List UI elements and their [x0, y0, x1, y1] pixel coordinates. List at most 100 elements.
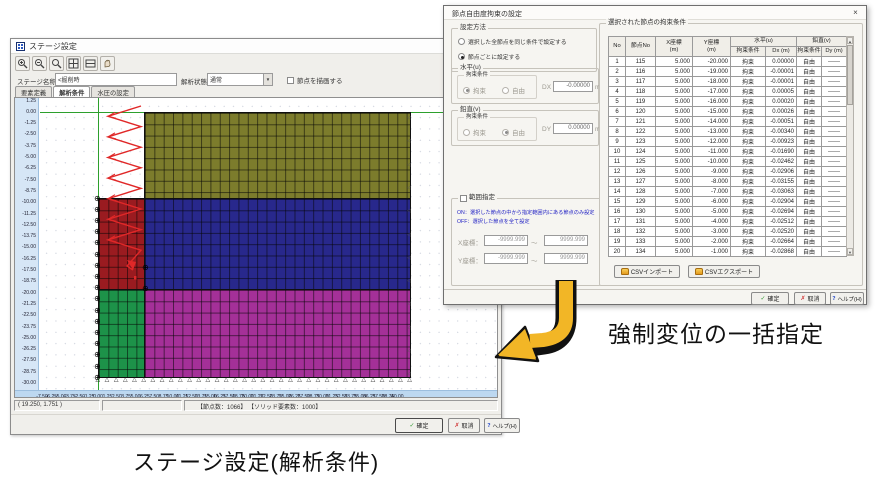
radio-horizontal-fixed[interactable]: 拘束 — [463, 85, 486, 95]
table-cell[interactable]: 119 — [626, 97, 656, 107]
checkbox-icon[interactable] — [287, 77, 294, 84]
radio-icon[interactable] — [502, 87, 509, 94]
table-cell[interactable]: -0.00051 — [766, 117, 797, 127]
table-cell[interactable]: 拘束 — [731, 237, 766, 247]
table-cell[interactable]: -2.000 — [693, 237, 731, 247]
table-cell[interactable]: 3 — [609, 77, 626, 87]
table-cell[interactable]: 5.000 — [656, 207, 693, 217]
x-min-input[interactable]: -9999.999 — [484, 235, 528, 246]
table-cell[interactable]: 5.000 — [656, 57, 693, 67]
dy-input[interactable]: 0.00000 — [553, 123, 593, 134]
table-cell[interactable]: -0.02520 — [766, 227, 797, 237]
table-cell[interactable]: 拘束 — [731, 107, 766, 117]
table-row[interactable]: 101245.000-11.000拘束-0.01690自由------ — [609, 147, 847, 157]
table-cell[interactable]: 1 — [609, 57, 626, 67]
scrollbar-thumb[interactable] — [847, 45, 853, 105]
table-cell[interactable]: 自由 — [797, 107, 822, 117]
table-cell[interactable]: 115 — [626, 57, 656, 67]
table-cell[interactable]: 自由 — [797, 187, 822, 197]
table-cell[interactable]: 117 — [626, 77, 656, 87]
table-cell[interactable]: ------ — [822, 77, 847, 87]
table-cell[interactable]: 9 — [609, 137, 626, 147]
table-cell[interactable]: -12.000 — [693, 137, 731, 147]
table-cell[interactable]: 拘束 — [731, 157, 766, 167]
table-cell[interactable]: ------ — [822, 187, 847, 197]
table-row[interactable]: 51195.000-16.000拘束0.00020自由------ — [609, 97, 847, 107]
x-max-input[interactable]: 9999.999 — [544, 235, 588, 246]
table-cell[interactable]: 拘束 — [731, 127, 766, 137]
table-cell[interactable]: 自由 — [797, 157, 822, 167]
draw-nodes-checkbox[interactable]: 節点を描画する — [287, 75, 343, 85]
table-cell[interactable]: 120 — [626, 107, 656, 117]
table-cell[interactable]: 5.000 — [656, 107, 693, 117]
table-cell[interactable]: -0.00340 — [766, 127, 797, 137]
table-cell[interactable]: 拘束 — [731, 167, 766, 177]
table-cell[interactable]: 0.00020 — [766, 97, 797, 107]
table-cell[interactable]: -11.000 — [693, 147, 731, 157]
table-cell[interactable]: 133 — [626, 237, 656, 247]
table-cell[interactable]: 5.000 — [656, 227, 693, 237]
table-cell[interactable]: ------ — [822, 107, 847, 117]
y-max-input[interactable]: 9999.999 — [544, 253, 588, 264]
table-cell[interactable]: 5.000 — [656, 77, 693, 87]
table-cell[interactable]: 0.00000 — [766, 57, 797, 67]
table-cell[interactable]: 15 — [609, 197, 626, 207]
ok-button[interactable]: ✓ 確定 — [395, 418, 443, 433]
table-cell[interactable]: 16 — [609, 207, 626, 217]
cancel-button[interactable]: ✗ 取消 — [448, 418, 480, 433]
table-cell[interactable]: ------ — [822, 117, 847, 127]
table-cell[interactable]: 5.000 — [656, 237, 693, 247]
table-cell[interactable]: -0.02512 — [766, 217, 797, 227]
table-row[interactable]: 201345.000-1.000拘束-0.02868自由------ — [609, 247, 847, 257]
radio-icon[interactable] — [458, 53, 465, 60]
table-cell[interactable]: ------ — [822, 217, 847, 227]
table-cell[interactable]: 5.000 — [656, 157, 693, 167]
table-cell[interactable]: 122 — [626, 127, 656, 137]
table-cell[interactable]: 自由 — [797, 167, 822, 177]
table-cell[interactable]: -0.00923 — [766, 137, 797, 147]
table-cell[interactable]: 5.000 — [656, 167, 693, 177]
table-cell[interactable]: 拘束 — [731, 177, 766, 187]
stage-name-input[interactable]: <掘削時 — [55, 73, 177, 86]
table-cell[interactable]: -0.02462 — [766, 157, 797, 167]
table-cell[interactable]: 20 — [609, 247, 626, 257]
table-cell[interactable]: -7.000 — [693, 187, 731, 197]
table-cell[interactable]: -0.01690 — [766, 147, 797, 157]
table-cell[interactable]: 自由 — [797, 247, 822, 257]
vertical-ruler[interactable]: 1.250.00-1.25-2.50-3.75-5.00-6.25-7.50-8… — [15, 98, 39, 390]
table-row[interactable]: 151295.000-6.000拘束-0.02904自由------ — [609, 197, 847, 207]
table-cell[interactable]: 8 — [609, 127, 626, 137]
table-cell[interactable]: -9.000 — [693, 167, 731, 177]
table-cell[interactable]: ------ — [822, 67, 847, 77]
checkbox-icon[interactable] — [460, 195, 467, 202]
table-row[interactable]: 21165.000-19.000拘束-0.00001自由------ — [609, 67, 847, 77]
table-row[interactable]: 31175.000-18.000拘束-0.00001自由------ — [609, 77, 847, 87]
table-cell[interactable]: 拘束 — [731, 197, 766, 207]
radio-vertical-fixed[interactable]: 拘束 — [463, 127, 486, 137]
table-cell[interactable]: 自由 — [797, 97, 822, 107]
table-cell[interactable]: ------ — [822, 227, 847, 237]
dialog-titlebar[interactable]: 節点自由度拘束の設定 × — [444, 6, 866, 20]
table-cell[interactable]: ------ — [822, 127, 847, 137]
table-cell[interactable]: 12 — [609, 167, 626, 177]
table-cell[interactable]: ------ — [822, 207, 847, 217]
titlebar[interactable]: ステージ設定 — [11, 39, 501, 54]
table-cell[interactable]: 拘束 — [731, 67, 766, 77]
constraint-table[interactable]: No 節点No X座標(m) Y座標(m) 水平(u) 鉛直(v) 拘束条件 D… — [608, 36, 847, 257]
table-cell[interactable]: -19.000 — [693, 67, 731, 77]
scroll-up-icon[interactable]: ▲ — [847, 37, 853, 44]
table-cell[interactable]: 拘束 — [731, 87, 766, 97]
table-cell[interactable]: 5.000 — [656, 87, 693, 97]
table-cell[interactable]: 11 — [609, 157, 626, 167]
region-middle-soil[interactable] — [144, 198, 411, 290]
table-cell[interactable]: -0.02868 — [766, 247, 797, 257]
table-cell[interactable]: 拘束 — [731, 187, 766, 197]
table-scrollbar[interactable]: ▲ ▼ — [846, 36, 854, 256]
table-cell[interactable]: -6.000 — [693, 197, 731, 207]
table-cell[interactable]: 自由 — [797, 137, 822, 147]
table-cell[interactable]: ------ — [822, 97, 847, 107]
table-cell[interactable]: -0.02906 — [766, 167, 797, 177]
table-row[interactable]: 11155.000-20.000拘束0.00000自由------ — [609, 57, 847, 67]
radio-all-nodes-same[interactable]: 選択した全節点を同じ条件で設定する — [458, 37, 567, 46]
table-cell[interactable]: 0.00026 — [766, 107, 797, 117]
